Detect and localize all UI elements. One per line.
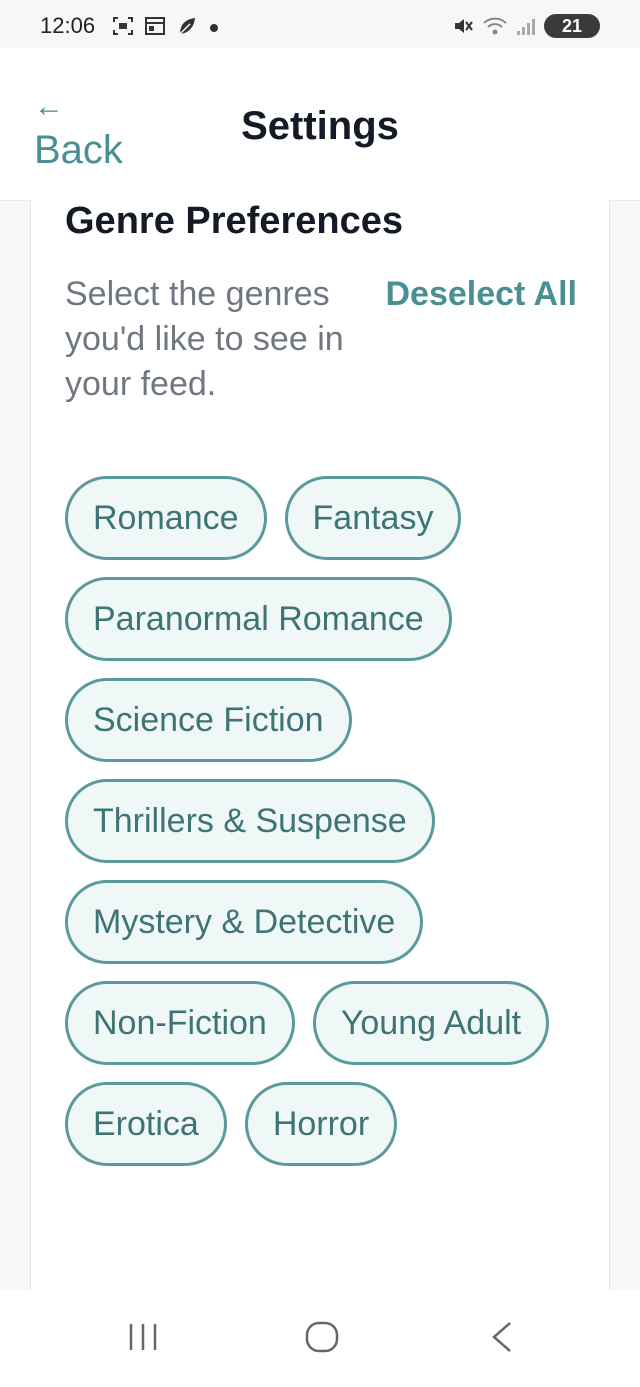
home-icon — [305, 1321, 339, 1353]
deselect-all-button[interactable]: Deselect All — [386, 272, 578, 317]
status-time: 12:06 — [40, 13, 96, 38]
status-bar: 12:06 21 — [0, 0, 640, 48]
genre-chip-thrillers-suspense[interactable]: Thrillers & Suspense — [65, 779, 435, 863]
battery-indicator: 21 — [544, 14, 600, 38]
genre-chip-young-adult[interactable]: Young Adult — [312, 981, 550, 1065]
genre-chip-romance[interactable]: Romance — [65, 476, 267, 560]
signal-icon — [517, 19, 535, 35]
wifi-icon — [483, 17, 507, 35]
genre-chip-mystery-detective[interactable]: Mystery & Detective — [65, 880, 424, 964]
screenshot-icon — [113, 17, 133, 35]
genre-chip-horror[interactable]: Horror — [244, 1082, 398, 1166]
system-nav-bar — [0, 1290, 640, 1387]
calendar-icon — [145, 17, 165, 35]
genre-chip-non-fiction[interactable]: Non-Fiction — [65, 981, 295, 1065]
genre-chip-list: Romance Fantasy Paranormal Romance Scien… — [65, 476, 585, 1166]
recent-apps-icon — [129, 1324, 157, 1350]
genre-chip-paranormal-romance[interactable]: Paranormal Romance — [65, 577, 452, 661]
section-description: Select the genres you'd like to see in y… — [65, 275, 344, 403]
genre-chip-science-fiction[interactable]: Science Fiction — [65, 678, 352, 762]
back-chevron-icon — [492, 1322, 511, 1352]
home-button[interactable] — [304, 1320, 340, 1359]
header: ← Back Settings — [0, 48, 640, 201]
genre-preferences-card: Genre Preferences Select the genres you'… — [30, 200, 610, 1290]
status-icons-right: 21 — [452, 14, 600, 38]
status-icons-left — [112, 15, 220, 37]
section-title: Genre Preferences — [65, 200, 403, 242]
notification-dot-icon — [210, 24, 218, 32]
genre-chip-erotica[interactable]: Erotica — [65, 1082, 227, 1166]
mute-icon — [455, 19, 473, 33]
leaf-icon — [179, 18, 195, 35]
page-title: Settings — [241, 104, 399, 148]
battery-level: 21 — [561, 15, 583, 36]
recent-apps-button[interactable] — [126, 1320, 160, 1359]
back-nav-button[interactable] — [486, 1320, 516, 1359]
genre-chip-fantasy[interactable]: Fantasy — [284, 476, 462, 560]
